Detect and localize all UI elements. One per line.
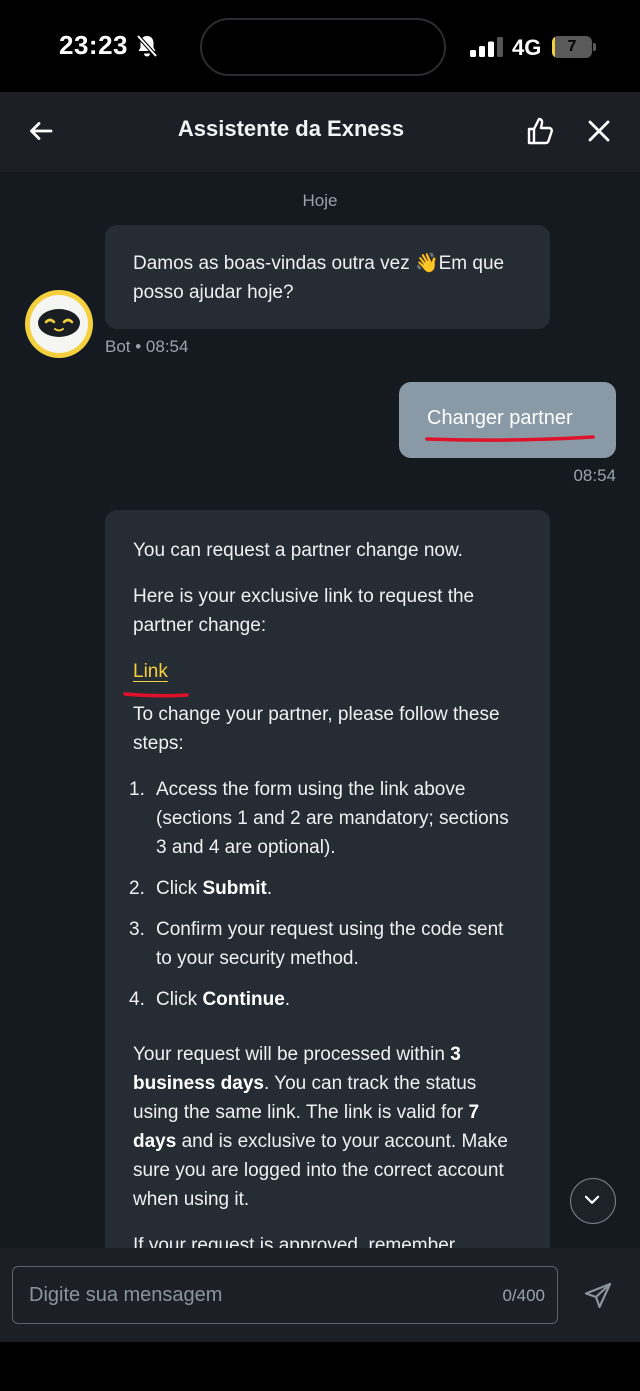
date-separator: Hoje — [302, 191, 338, 210]
text-segment: and is exclusive to your account. Make s… — [133, 1131, 508, 1210]
page-title: Assistente da Exness — [177, 116, 405, 141]
bot-message-bubble: You can request a partner change now. He… — [105, 510, 550, 1248]
list-item: 4. Click Continue. — [129, 985, 522, 1014]
step-number: 1. — [129, 779, 145, 800]
list-item: 1. Access the form using the link above … — [129, 775, 522, 862]
step-text: Click — [156, 989, 203, 1010]
step-text: . — [266, 878, 273, 899]
step-number: 4. — [129, 989, 145, 1010]
step-bold-text: Continue — [202, 989, 285, 1010]
signal-icon — [470, 37, 503, 57]
message-paragraph: If your request is approved, remember — [133, 1235, 456, 1248]
scroll-to-bottom-button[interactable] — [570, 1178, 616, 1224]
status-bar: 23:23 4G 7 — [0, 0, 640, 92]
red-underline-annotation — [123, 692, 189, 698]
chat-area[interactable]: Hoje Damos as boas-vindas outra vez 👋Em … — [0, 172, 640, 1248]
step-bold-text: Submit — [202, 878, 267, 899]
user-message-meta: 08:54 — [573, 466, 616, 485]
battery-icon: 7 — [552, 36, 596, 58]
partner-change-link[interactable]: Link — [133, 661, 168, 682]
composer-bar: Digite sua mensagem 0/400 — [0, 1248, 640, 1342]
chevron-down-icon — [584, 1195, 600, 1204]
send-icon[interactable] — [584, 1282, 612, 1310]
red-underline-annotation — [425, 435, 595, 442]
chat-header: Assistente da Exness — [0, 92, 640, 172]
step-number: 3. — [129, 919, 145, 940]
step-number: 2. — [129, 878, 145, 899]
list-item: 2. Click Submit. — [129, 874, 522, 903]
message-paragraph: Your request will be processed within 3 … — [133, 1040, 522, 1214]
step-text: Access the form using the link above (se… — [156, 779, 509, 858]
bell-muted-icon — [136, 34, 158, 58]
bot-message-text: Damos as boas-vindas outra vez 👋Em que p… — [133, 253, 505, 303]
step-text: . — [284, 989, 291, 1010]
link-wrapper: Link — [123, 657, 189, 698]
message-paragraph: Here is your exclusive link to request t… — [133, 586, 475, 636]
bot-message-meta: Bot • 08:54 — [105, 337, 189, 356]
thumbs-up-icon[interactable] — [526, 116, 556, 146]
message-input-placeholder: Digite sua mensagem — [29, 1284, 223, 1306]
steps-list: 1. Access the form using the link above … — [129, 775, 522, 1014]
message-input[interactable]: Digite sua mensagem 0/400 — [12, 1266, 558, 1324]
bot-message-bubble: Damos as boas-vindas outra vez 👋Em que p… — [105, 225, 550, 329]
bot-avatar — [25, 290, 93, 358]
character-counter: 0/400 — [502, 1286, 545, 1305]
network-type: 4G — [512, 35, 542, 60]
message-paragraph: To change your partner, please follow th… — [133, 704, 500, 754]
user-message-bubble: Changer partner — [399, 382, 616, 458]
list-item: 3. Confirm your request using the code s… — [129, 915, 522, 973]
message-paragraph: You can request a partner change now. — [133, 540, 463, 561]
user-message-text: Changer partner — [427, 407, 573, 429]
battery-text: 7 — [567, 38, 577, 55]
step-text: Confirm your request using the code sent… — [156, 919, 504, 969]
step-text: Click — [156, 878, 203, 899]
close-icon[interactable] — [586, 118, 612, 144]
home-indicator-area — [0, 1342, 640, 1391]
dynamic-island — [200, 18, 446, 76]
status-time: 23:23 — [59, 30, 128, 60]
text-segment: Your request will be processed within — [133, 1044, 451, 1065]
